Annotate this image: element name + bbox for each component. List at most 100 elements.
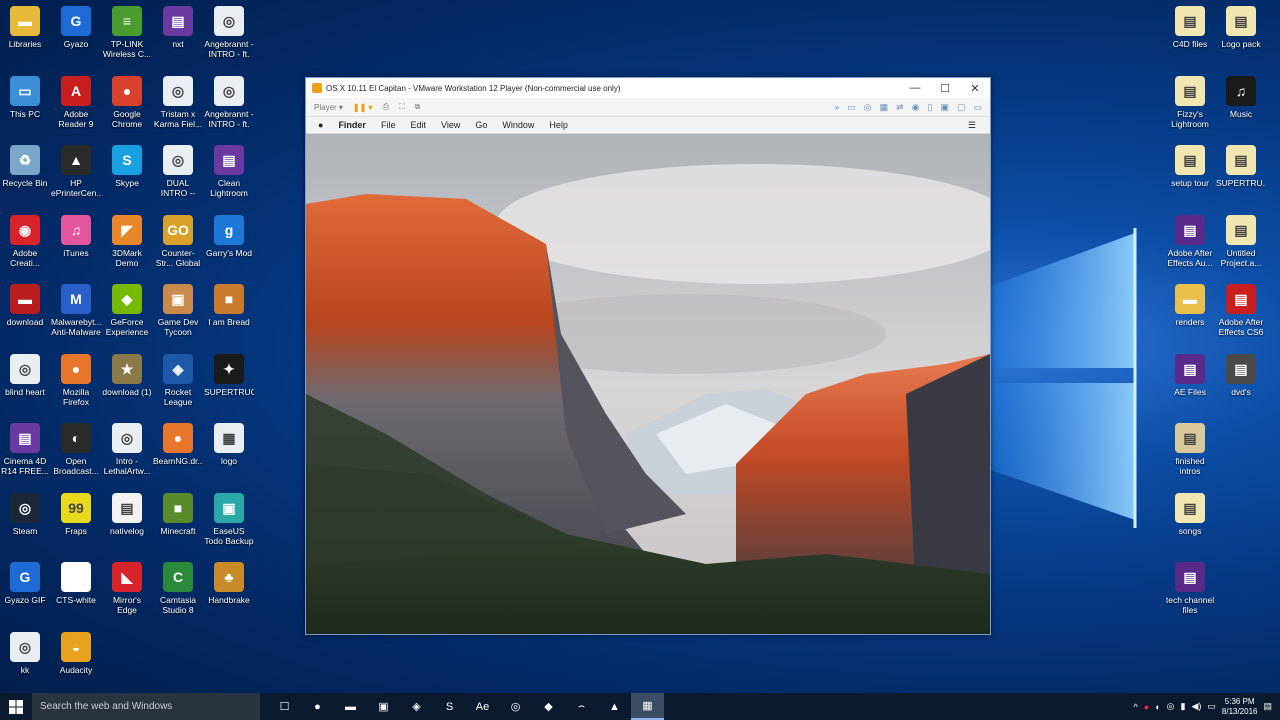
menu-window[interactable]: Window <box>502 120 534 130</box>
desktop-icon[interactable]: ◎ Tristam x Karma Fiel... <box>153 75 203 129</box>
desktop-icon[interactable]: ▤ Adobe After Effects Au... <box>1165 214 1215 268</box>
desktop-icon[interactable]: ▤ Cinema 4D R14 FREE... <box>0 423 50 476</box>
hdd-icon[interactable]: ▭ <box>847 102 856 113</box>
desktop-icon[interactable]: ▬ Libraries <box>0 6 50 49</box>
desktop-icon[interactable]: g Garry's Mod <box>204 214 254 258</box>
cd-icon[interactable]: ◎ <box>864 102 872 113</box>
usb-icon[interactable]: ⇌ <box>896 102 904 113</box>
taskbar-file-explorer-icon[interactable]: ▬ <box>334 693 367 720</box>
taskbar-steam-icon[interactable]: ◎ <box>499 693 532 720</box>
desktop-icon[interactable]: ◎ DUAL INTRO -- AskAga... <box>153 145 203 198</box>
close-button[interactable]: ✕ <box>960 82 990 95</box>
camera-icon[interactable]: ▣ <box>940 102 949 113</box>
tray-app-icon[interactable]: ● <box>1144 702 1149 712</box>
minimize-button[interactable]: — <box>900 82 930 94</box>
sound-icon[interactable]: ◉ <box>912 102 920 113</box>
show-hidden-icons-icon[interactable]: ^ <box>1134 702 1138 712</box>
stretch-icon[interactable]: ▭ <box>973 102 982 113</box>
search-box[interactable]: Search the web and Windows <box>32 693 260 720</box>
desktop-icon[interactable]: G Gyazo <box>51 6 101 49</box>
desktop-icon[interactable]: ▤ nxt <box>153 6 203 49</box>
desktop-icon[interactable]: ▬ download <box>0 284 50 327</box>
taskbar-skype-icon[interactable]: S <box>433 693 466 720</box>
desktop-icon[interactable]: ▲ HP ePrinterCen... <box>51 145 101 198</box>
network-icon[interactable]: ▮ <box>1181 701 1186 712</box>
desktop-icon[interactable]: ▣ Game Dev Tycoon <box>153 284 203 337</box>
keyboard-icon[interactable]: ▭ <box>1207 701 1216 712</box>
desktop-icon[interactable]: ✦ SUPERTRUCK <box>204 353 254 397</box>
desktop-icon[interactable]: ▤ AE Files <box>1165 353 1215 397</box>
desktop-icon[interactable]: ■ I am Bread <box>204 284 254 327</box>
desktop-icon[interactable]: ● BeamNG.dr... <box>153 423 203 466</box>
pause-icon[interactable]: ❚❚ ▾ <box>353 103 373 112</box>
taskbar-app2-icon[interactable]: ⌢ <box>565 693 598 720</box>
desktop-icon[interactable]: ▣EaseUS Todo Backup Fre... <box>204 492 254 546</box>
desktop-icon[interactable]: CTS-white <box>51 562 101 605</box>
clock[interactable]: 5:36 PM 8/13/2016 <box>1222 697 1258 717</box>
menu-file[interactable]: File <box>381 120 396 130</box>
printer-icon[interactable]: ▯ <box>928 102 933 113</box>
desktop-icon[interactable]: ▤ Fizzy's Lightroom <box>1165 75 1215 129</box>
desktop-icon[interactable]: ◈ Rocket League <box>153 353 203 407</box>
desktop-icon[interactable]: ● Google Chrome <box>102 75 152 129</box>
desktop-icon[interactable]: ▤ Untitled Project.a... <box>1216 214 1266 268</box>
start-button[interactable] <box>0 693 32 720</box>
apple-icon[interactable]: ● <box>318 120 323 130</box>
desktop-icon[interactable]: GOCounter-Str... Global Offe... <box>153 214 203 268</box>
action-center-icon[interactable]: ▤ <box>1263 701 1272 712</box>
desktop-icon[interactable]: ♣ Handbrake <box>204 562 254 605</box>
volume-icon[interactable]: ◀) <box>1191 701 1201 712</box>
desktop-icon[interactable]: ▤ SUPERTRU... <box>1216 145 1266 188</box>
desktop-icon[interactable]: ▤ songs <box>1165 492 1215 536</box>
desktop-icon[interactable]: ◎ Intro - LethalArtw... <box>102 423 152 476</box>
desktop-icon[interactable]: ◆ GeForce Experience <box>102 284 152 337</box>
desktop-icon[interactable]: ▤ Logo pack <box>1216 6 1266 49</box>
fullscreen-icon[interactable]: ⛶ <box>399 102 405 112</box>
desktop-icon[interactable]: ◎Angebrannt - INTRO - ft. ... <box>204 75 254 129</box>
desktop-icon[interactable]: ▤ nativelog <box>102 492 152 536</box>
desktop-icon[interactable]: 99 Fraps <box>51 492 101 536</box>
desktop-icon[interactable]: ★ download (1) <box>102 353 152 397</box>
desktop-icon[interactable]: ◉ Adobe Creati... <box>0 214 50 268</box>
menu-go[interactable]: Go <box>475 120 487 130</box>
desktop-icon[interactable]: ≡ TP-LINK Wireless C... <box>102 6 152 59</box>
menu-finder[interactable]: Finder <box>338 120 366 130</box>
desktop-icon[interactable]: ◎ kk <box>0 631 50 675</box>
desktop-icon[interactable]: ▭ This PC <box>0 75 50 119</box>
tray-app2-icon[interactable]: ◐ <box>1155 702 1160 712</box>
desktop-icon[interactable]: ● Mozilla Firefox <box>51 353 101 407</box>
desktop-icon[interactable]: ▤ setup tour <box>1165 145 1215 188</box>
network-icon[interactable]: ▦ <box>880 102 889 113</box>
desktop-icon[interactable]: ♫ Music <box>1216 75 1266 119</box>
desktop-icon[interactable]: ▦ logo <box>204 423 254 466</box>
desktop-icon[interactable]: ▤ tech channel files <box>1165 562 1215 615</box>
desktop-icon[interactable]: C Camtasia Studio 8 <box>153 562 203 615</box>
player-menu[interactable]: Player ▾ <box>314 103 343 112</box>
desktop-icon[interactable]: ■ Minecraft <box>153 492 203 536</box>
desktop-icon[interactable]: ◐ Open Broadcast... <box>51 423 101 476</box>
desktop-icon[interactable]: ◎ blind heart <box>0 353 50 397</box>
message-icon[interactable]: ▢ <box>957 102 966 113</box>
desktop-icon[interactable]: G Gyazo GIF <box>0 562 50 605</box>
desktop-icon[interactable]: ◎ Steam <box>0 492 50 536</box>
taskbar-vmware-icon[interactable]: ▦ <box>631 693 664 720</box>
menu-help[interactable]: Help <box>549 120 568 130</box>
desktop-icon[interactable]: ♫ iTunes <box>51 214 101 258</box>
vmware-title-bar[interactable]: OS X 10.11 El Capitan - VMware Workstati… <box>306 78 990 98</box>
send-ctrl-alt-del-icon[interactable]: ⎙ <box>383 102 389 112</box>
notification-center-icon[interactable]: ☰ <box>968 120 976 131</box>
menu-view[interactable]: View <box>441 120 460 130</box>
taskbar-chrome-icon[interactable]: ● <box>301 693 334 720</box>
vmware-window[interactable]: OS X 10.11 El Capitan - VMware Workstati… <box>305 77 991 635</box>
desktop-icon[interactable]: M Malwarebyt... Anti-Malware <box>51 284 101 337</box>
desktop-icon[interactable]: ◤ 3DMark Demo <box>102 214 152 268</box>
desktop-icon[interactable]: ◎Angebrannt - INTRO - ft. ... <box>204 6 254 59</box>
taskbar-after-effects-icon[interactable]: Ae <box>466 693 499 720</box>
desktop-icon[interactable]: A Adobe Reader 9 <box>51 75 101 129</box>
unity-icon[interactable]: ⧉ <box>415 102 421 112</box>
expand-icon[interactable]: » <box>834 102 839 113</box>
taskbar-app-icon[interactable]: ◆ <box>532 693 565 720</box>
taskbar-app3-icon[interactable]: ▲ <box>598 693 631 720</box>
taskbar-store-icon[interactable]: ▣ <box>367 693 400 720</box>
taskbar-task-view-icon[interactable]: ☐ <box>268 693 301 720</box>
